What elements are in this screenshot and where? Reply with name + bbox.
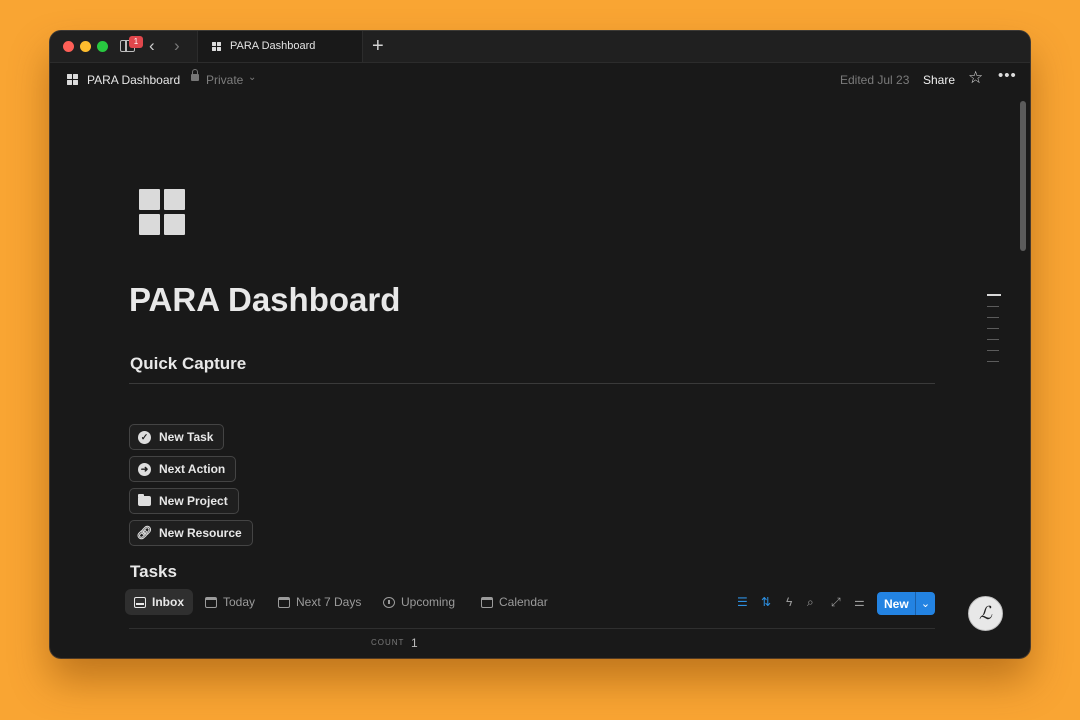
- button-label: New Resource: [159, 526, 242, 540]
- vertical-scrollbar[interactable]: [1020, 101, 1026, 251]
- arrow-right-circle-icon: ➜: [138, 462, 151, 476]
- link-icon: 🔗︎: [136, 525, 153, 540]
- table-header-line: [129, 628, 935, 629]
- new-record-button[interactable]: New ⌄: [877, 592, 935, 615]
- search-icon[interactable]: ⌕: [807, 595, 814, 609]
- tab-inbox[interactable]: Inbox: [125, 589, 193, 615]
- new-project-button[interactable]: New Project: [129, 488, 239, 514]
- more-options-icon[interactable]: •••: [998, 67, 1017, 84]
- tasks-heading: Tasks: [130, 562, 177, 581]
- share-button[interactable]: Share: [923, 73, 955, 87]
- tab-para-dashboard[interactable]: PARA Dashboard: [197, 31, 363, 62]
- lock-icon: [191, 69, 199, 81]
- notification-badge: 1: [129, 36, 143, 48]
- page-grid-icon: [67, 74, 78, 85]
- chevron-down-icon[interactable]: ⌄: [916, 597, 935, 610]
- tab-today[interactable]: Today: [196, 589, 264, 615]
- button-label: Next Action: [159, 462, 226, 476]
- count-label: COUNT: [371, 638, 405, 647]
- chevron-down-icon[interactable]: ⌄: [248, 72, 256, 83]
- page-title[interactable]: PARA Dashboard: [129, 281, 400, 319]
- button-label: New Project: [159, 494, 228, 508]
- tab-next-7-days[interactable]: Next 7 Days: [269, 589, 370, 615]
- toc-entry[interactable]: [987, 317, 999, 318]
- quick-capture-heading: Quick Capture: [130, 354, 247, 373]
- toc-entry[interactable]: [987, 306, 999, 307]
- tab-label: Today: [223, 595, 256, 609]
- automation-bolt-icon[interactable]: ϟ: [786, 595, 792, 609]
- app-window: 1 ‹ › PARA Dashboard + PARA Dashboard Pr…: [50, 31, 1030, 658]
- tab-label: Calendar: [499, 595, 548, 609]
- toc-entry[interactable]: [987, 294, 1001, 296]
- toc-entry[interactable]: [987, 339, 999, 340]
- tab-label: Next 7 Days: [296, 595, 362, 609]
- zoom-window-button[interactable]: [97, 41, 108, 52]
- filter-icon[interactable]: ☰: [737, 595, 748, 609]
- new-tab-button[interactable]: +: [372, 34, 384, 58]
- count-value: 1: [411, 636, 418, 650]
- calendar-icon: [278, 596, 290, 608]
- check-circle-icon: ✓: [138, 430, 151, 444]
- new-button-label[interactable]: New: [877, 597, 915, 611]
- edited-timestamp: Edited Jul 23: [840, 73, 910, 87]
- page-header: PARA Dashboard Private ⌄ Edited Jul 23 S…: [50, 63, 1030, 99]
- new-resource-button[interactable]: 🔗︎ New Resource: [129, 520, 253, 546]
- sort-icon[interactable]: ⇅: [761, 595, 771, 609]
- minimize-window-button[interactable]: [80, 41, 91, 52]
- calendar-icon: [205, 596, 217, 608]
- next-action-button[interactable]: ➜ Next Action: [129, 456, 237, 482]
- divider: [129, 383, 935, 384]
- settings-sliders-icon[interactable]: ⚌: [854, 595, 865, 609]
- toc-entry[interactable]: [987, 361, 999, 362]
- clock-icon: [383, 596, 395, 608]
- tab-title: PARA Dashboard: [230, 40, 316, 52]
- tab-calendar[interactable]: Calendar: [472, 589, 557, 615]
- toc-entry[interactable]: [987, 328, 999, 329]
- help-avatar-icon[interactable]: ℒ: [968, 596, 1003, 631]
- forward-arrow-icon[interactable]: ›: [174, 37, 180, 54]
- back-arrow-icon[interactable]: ‹: [149, 37, 155, 54]
- tab-label: Inbox: [152, 595, 184, 609]
- calendar-icon: [481, 596, 493, 608]
- expand-icon[interactable]: ⤢: [831, 595, 841, 609]
- page-grid-icon: [212, 42, 221, 51]
- privacy-label[interactable]: Private: [206, 73, 243, 87]
- button-label: New Task: [159, 430, 214, 444]
- toc-entry[interactable]: [987, 350, 999, 351]
- new-task-button[interactable]: ✓ New Task: [129, 424, 225, 450]
- page-grid-icon[interactable]: [139, 189, 185, 235]
- breadcrumb-title[interactable]: PARA Dashboard: [87, 73, 180, 87]
- inbox-icon: [134, 596, 146, 608]
- tab-upcoming[interactable]: Upcoming: [374, 589, 464, 615]
- close-window-button[interactable]: [63, 41, 74, 52]
- folder-icon: [138, 494, 151, 508]
- tab-label: Upcoming: [401, 595, 456, 609]
- tab-bar: 1 ‹ › PARA Dashboard +: [50, 31, 1030, 63]
- table-of-contents[interactable]: [987, 294, 1001, 372]
- favorite-star-icon[interactable]: ☆: [968, 68, 983, 88]
